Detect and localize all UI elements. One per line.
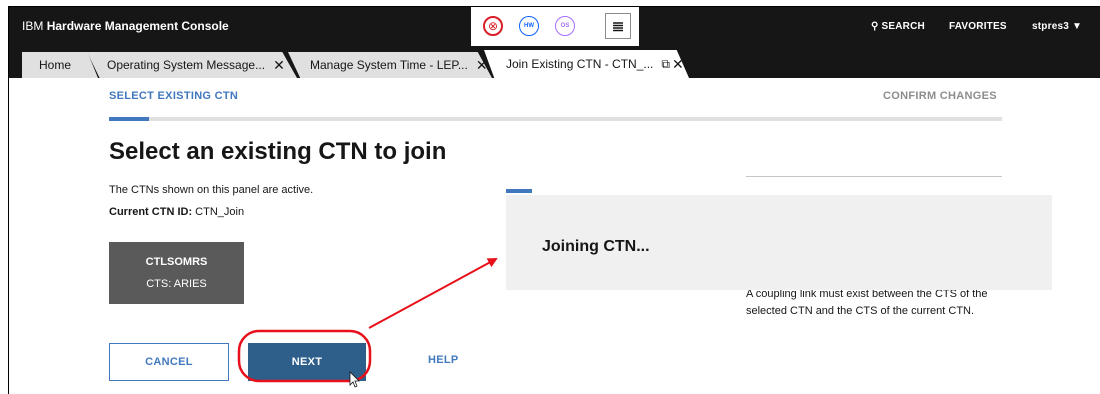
status-icons-panel: ⊗ HW OS ≣ (471, 7, 639, 46)
ctn-tile-name: CTLSOMRS (145, 256, 208, 268)
next-button[interactable]: NEXT (248, 343, 366, 381)
masthead: IBM Hardware Management Console ⊗ HW OS … (9, 7, 1100, 46)
close-icon[interactable]: ✕ (476, 57, 488, 74)
details-divider (746, 176, 1002, 177)
ctn-tile[interactable]: CTLSOMRS CTS: ARIES (109, 242, 244, 304)
tab-os-messages[interactable]: Operating System Message... ✕ (87, 52, 297, 78)
user-name: stpres3 (1032, 21, 1069, 32)
search-link[interactable]: ⚲ SEARCH (871, 21, 925, 32)
cancel-button[interactable]: CANCEL (109, 343, 229, 381)
current-ctn-id: Current CTN ID: CTN_Join (109, 206, 244, 218)
overlay-message: Joining CTN... (542, 238, 650, 255)
search-label: SEARCH (881, 21, 925, 32)
tab-label: Operating System Message... (107, 58, 266, 72)
user-menu[interactable]: stpres3 ▼ (1032, 21, 1082, 32)
tab-join-existing-ctn[interactable]: Join Existing CTN - CTN_... ⧉ ✕ (484, 50, 689, 78)
chevron-down-icon: ▼ (1071, 21, 1083, 32)
tab-label: Home (38, 58, 71, 72)
progress-current-marker (109, 117, 149, 121)
close-icon[interactable]: ✕ (672, 56, 684, 73)
details-accent-bar (506, 189, 532, 193)
page-title: Select an existing CTN to join (109, 138, 447, 165)
help-link[interactable]: HELP (428, 354, 459, 366)
search-icon: ⚲ (871, 21, 879, 32)
os-messages-icon[interactable]: OS (555, 16, 575, 36)
current-ctn-label: Current CTN ID: (109, 206, 193, 218)
tab-label: Join Existing CTN - CTN_... (506, 57, 654, 71)
tab-bar: Home Operating System Message... ✕ Manag… (9, 46, 1100, 78)
favorites-link[interactable]: FAVORITES (949, 21, 1007, 32)
app-title: IBM Hardware Management Console (22, 19, 229, 33)
tab-label: Manage System Time - LEP... (310, 58, 468, 72)
popout-icon[interactable]: ⧉ (661, 57, 670, 72)
intro-text: The CTNs shown on this panel are active. (109, 184, 314, 196)
brand-prefix: IBM (22, 19, 44, 33)
hardware-messages-icon[interactable]: HW (519, 16, 539, 36)
ctn-tile-cts: CTS: ARIES (146, 278, 207, 290)
current-ctn-value: CTN_Join (195, 206, 245, 218)
tab-manage-system-time[interactable]: Manage System Time - LEP... ✕ (288, 52, 492, 78)
joining-overlay: Joining CTN... (506, 195, 1052, 290)
tab-home[interactable]: Home (22, 52, 98, 78)
progress-step-confirm: CONFIRM CHANGES (883, 90, 997, 102)
exceptions-icon[interactable]: ⊗ (483, 16, 503, 36)
app-name: Hardware Management Console (46, 19, 229, 33)
task-list-icon[interactable]: ≣ (605, 13, 631, 39)
progress-step-select: SELECT EXISTING CTN (109, 90, 239, 102)
coupling-link-info: A coupling link must exist between the C… (746, 288, 988, 317)
close-icon[interactable]: ✕ (273, 57, 285, 74)
progress-track (109, 117, 1002, 121)
hmc-window: IBM Hardware Management Console ⊗ HW OS … (8, 6, 1100, 394)
